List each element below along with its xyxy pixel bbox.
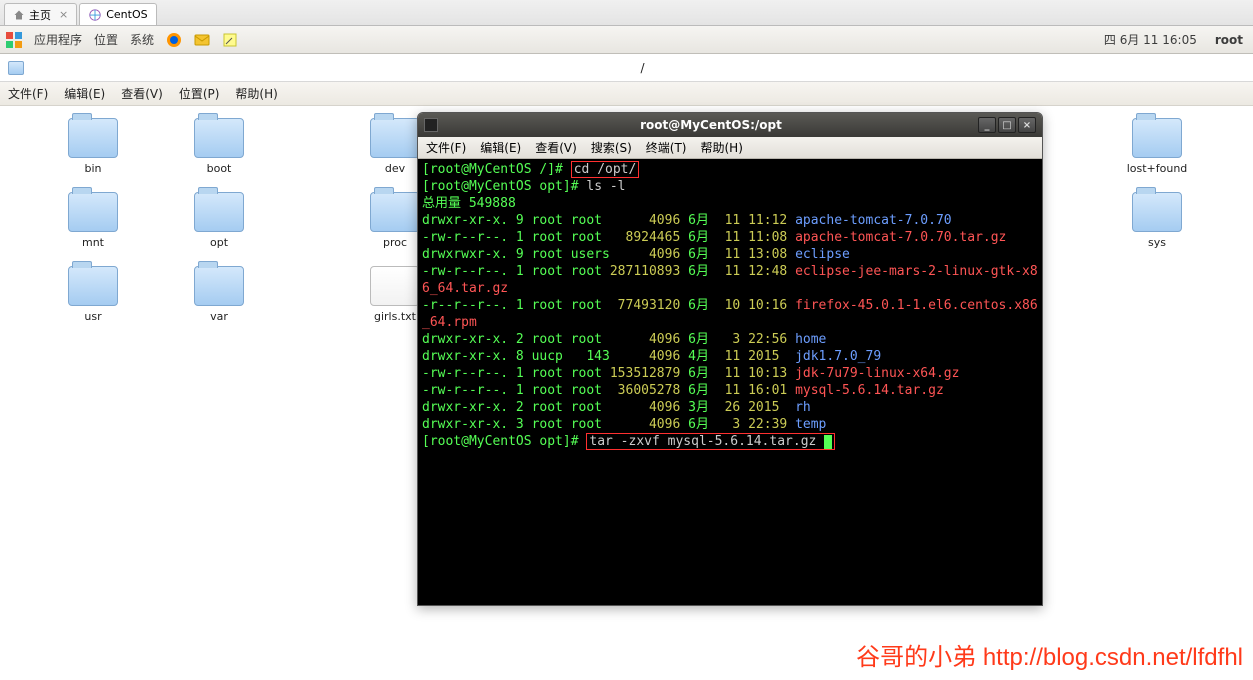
- desktop-icon-lost-found[interactable]: lost+found: [1122, 118, 1192, 175]
- icon-label: var: [184, 310, 254, 323]
- folder-icon: [1132, 192, 1182, 232]
- terminal-menubar: 文件(F) 编辑(E) 查看(V) 搜索(S) 终端(T) 帮助(H): [418, 137, 1042, 159]
- icon-label: bin: [58, 162, 128, 175]
- watermark: 谷哥的小弟 http://blog.csdn.net/lfdfhl: [856, 637, 1243, 672]
- folder-icon: [68, 192, 118, 232]
- folder-icon: [8, 61, 24, 75]
- fm-menu-view[interactable]: 查看(V): [121, 85, 163, 102]
- folder-icon: [194, 266, 244, 306]
- term-menu-edit[interactable]: 编辑(E): [480, 139, 521, 156]
- desktop-icon-boot[interactable]: boot: [184, 118, 254, 175]
- folder-icon: [370, 118, 420, 158]
- browser-tab-centos[interactable]: CentOS: [79, 3, 156, 25]
- term-menu-terminal[interactable]: 终端(T): [646, 139, 687, 156]
- file-manager-menubar: 文件(F) 编辑(E) 查看(V) 位置(P) 帮助(H): [0, 82, 1253, 106]
- icon-label: lost+found: [1122, 162, 1192, 175]
- close-button[interactable]: ×: [1018, 117, 1036, 133]
- folder-icon: [68, 118, 118, 158]
- note-icon[interactable]: [222, 32, 238, 48]
- fm-menu-file[interactable]: 文件(F): [8, 85, 48, 102]
- clock[interactable]: 四 6月 11 16:05: [1104, 31, 1197, 48]
- terminal-title: root@MyCentOS:/opt: [444, 118, 978, 132]
- tab-label: 主页: [29, 7, 51, 23]
- current-path: /: [32, 61, 1253, 75]
- fm-menu-edit[interactable]: 编辑(E): [64, 85, 105, 102]
- icon-label: mnt: [58, 236, 128, 249]
- browser-tabstrip: 主页 × CentOS: [0, 0, 1253, 26]
- desktop-icon-opt[interactable]: opt: [184, 192, 254, 249]
- centos-icon: [88, 8, 102, 22]
- browser-tab-home[interactable]: 主页 ×: [4, 3, 77, 25]
- term-menu-help[interactable]: 帮助(H): [701, 139, 743, 156]
- terminal-icon: [424, 118, 438, 132]
- fm-menu-go[interactable]: 位置(P): [179, 85, 220, 102]
- watermark-text: 谷哥的小弟: [856, 644, 983, 671]
- path-bar: /: [0, 54, 1253, 82]
- firefox-icon[interactable]: [166, 32, 182, 48]
- maximize-button[interactable]: □: [998, 117, 1016, 133]
- folder-icon: [370, 192, 420, 232]
- fm-menu-help[interactable]: 帮助(H): [235, 85, 277, 102]
- close-icon[interactable]: ×: [59, 8, 68, 21]
- folder-icon: [1132, 118, 1182, 158]
- menu-system[interactable]: 系统: [130, 31, 154, 48]
- terminal-window: root@MyCentOS:/opt _ □ × 文件(F) 编辑(E) 查看(…: [417, 112, 1043, 606]
- term-menu-file[interactable]: 文件(F): [426, 139, 466, 156]
- minimize-button[interactable]: _: [978, 117, 996, 133]
- user-label[interactable]: root: [1215, 33, 1243, 47]
- folder-icon: [68, 266, 118, 306]
- menu-applications[interactable]: 应用程序: [34, 31, 82, 48]
- tab-label: CentOS: [106, 8, 147, 21]
- desktop-icon-bin[interactable]: bin: [58, 118, 128, 175]
- icon-label: sys: [1122, 236, 1192, 249]
- file-icon: [370, 266, 420, 306]
- system-icon: [6, 32, 22, 48]
- home-icon: [13, 9, 25, 21]
- term-menu-search[interactable]: 搜索(S): [591, 139, 632, 156]
- icon-label: usr: [58, 310, 128, 323]
- watermark-url: http://blog.csdn.net/lfdfhl: [983, 644, 1243, 671]
- folder-icon: [194, 192, 244, 232]
- desktop-icon-mnt[interactable]: mnt: [58, 192, 128, 249]
- desktop-icon-var[interactable]: var: [184, 266, 254, 323]
- terminal-titlebar[interactable]: root@MyCentOS:/opt _ □ ×: [418, 113, 1042, 137]
- icon-label: boot: [184, 162, 254, 175]
- folder-icon: [194, 118, 244, 158]
- desktop-icon-sys[interactable]: sys: [1122, 192, 1192, 249]
- desktop-icon-usr[interactable]: usr: [58, 266, 128, 323]
- mail-icon[interactable]: [194, 32, 210, 48]
- menu-places[interactable]: 位置: [94, 31, 118, 48]
- term-menu-view[interactable]: 查看(V): [535, 139, 577, 156]
- icon-label: opt: [184, 236, 254, 249]
- terminal-body[interactable]: [root@MyCentOS /]# cd /opt/[root@MyCentO…: [418, 159, 1042, 605]
- top-panel: 应用程序 位置 系统 四 6月 11 16:05 root: [0, 26, 1253, 54]
